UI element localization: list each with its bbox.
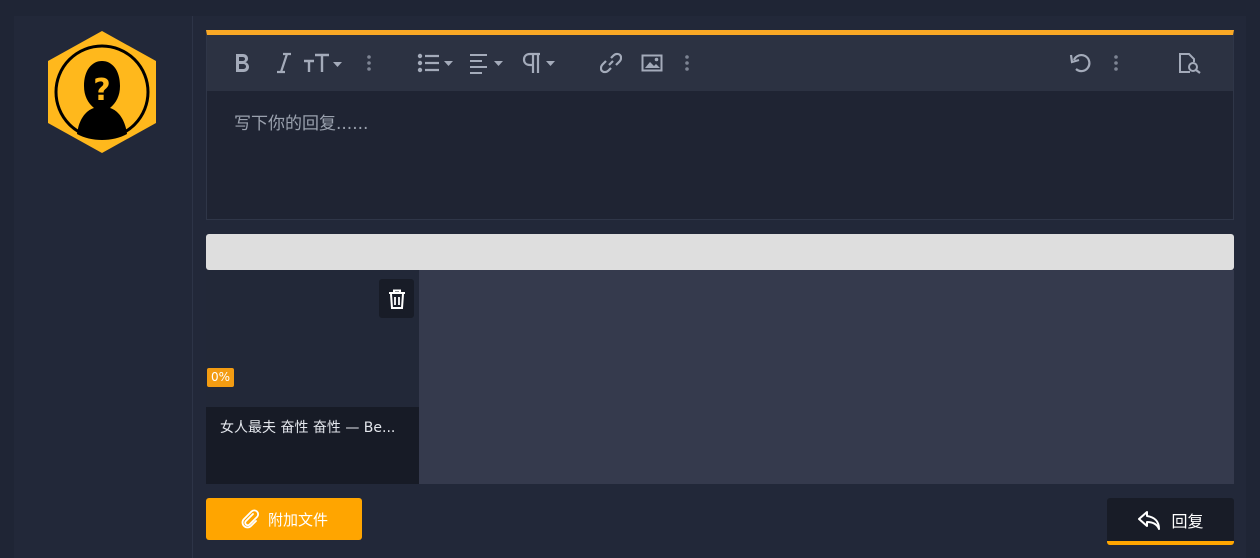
attach-files-label: 附加文件 <box>267 510 328 529</box>
image-icon <box>641 54 663 72</box>
bold-button[interactable] <box>231 49 253 77</box>
attach-files-button[interactable]: 附加文件 <box>206 498 362 540</box>
more-vertical-icon <box>685 55 689 71</box>
align-left-icon <box>470 54 503 74</box>
editor-placeholder[interactable]: 写下你的回复...... <box>234 109 368 134</box>
list-button[interactable] <box>417 49 457 77</box>
unknown-user-icon: ? <box>48 31 156 153</box>
reply-icon <box>1138 510 1161 530</box>
more-vertical-icon <box>367 55 371 71</box>
trash-icon <box>388 289 405 309</box>
preview-button[interactable] <box>1177 49 1203 77</box>
more-text-button[interactable] <box>363 49 375 77</box>
svg-text:?: ? <box>93 73 110 108</box>
reply-label: 回复 <box>1171 511 1204 531</box>
undo-button[interactable] <box>1068 49 1092 77</box>
more-insert-button[interactable] <box>681 49 693 77</box>
undo-icon <box>1069 53 1091 73</box>
align-button[interactable] <box>469 49 509 77</box>
more-vertical-icon <box>1114 55 1118 71</box>
preview-icon <box>1179 53 1201 74</box>
attachment-card: 0% 女人最夫 奋性 奋性 — Be... <box>206 270 419 484</box>
bold-icon <box>236 54 249 72</box>
paragraph-button[interactable] <box>521 49 561 77</box>
avatar[interactable]: ? <box>46 30 158 154</box>
link-icon <box>600 52 622 74</box>
paperclip-icon <box>241 509 260 529</box>
text-size-icon <box>304 53 342 72</box>
link-button[interactable] <box>599 49 623 77</box>
italic-icon <box>277 52 291 74</box>
list-icon <box>417 53 453 73</box>
delete-attachment-button[interactable] <box>379 279 414 318</box>
upload-progress-bar <box>206 234 1234 270</box>
rich-text-editor[interactable]: 写下你的回复...... <box>206 30 1234 220</box>
more-options-button[interactable] <box>1110 49 1122 77</box>
upload-percent-badge: 0% <box>207 368 235 387</box>
file-name: 女人最夫 奋性 奋性 — Be... <box>220 420 396 436</box>
reply-button[interactable]: 回复 <box>1107 498 1234 545</box>
editor-toolbar <box>207 35 1233 91</box>
image-button[interactable] <box>640 49 664 77</box>
paragraph-icon <box>522 52 555 73</box>
italic-button[interactable] <box>273 49 295 77</box>
text-size-button[interactable] <box>303 49 345 77</box>
